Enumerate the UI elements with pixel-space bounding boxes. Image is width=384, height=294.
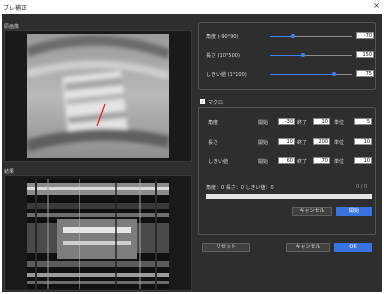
blur-correction-dialog: ブレ補正 × 原画像 結果 角度 (-90°90) -70 長さ (10°500…: [0, 0, 384, 294]
threshold-value-field[interactable]: 75: [356, 70, 374, 77]
macro-angle-end-label: 終了: [297, 120, 308, 126]
macro-threshold-end-field[interactable]: 70: [313, 157, 330, 164]
macro-length-unit-field[interactable]: 10: [354, 138, 372, 145]
macro-angle-start-label: 開始: [258, 120, 269, 126]
macro-start-button[interactable]: 開始: [336, 207, 372, 216]
macro-progress-counter: 0 / 0: [356, 184, 368, 190]
ok-button[interactable]: OK: [334, 243, 372, 252]
macro-threshold-start-label: 開始: [258, 159, 269, 165]
macro-angle-start-field[interactable]: -30: [278, 118, 295, 125]
macro-threshold-label: しきい値: [208, 159, 229, 165]
macro-threshold-unit-field[interactable]: 10: [354, 157, 372, 164]
window-title: ブレ補正: [3, 5, 28, 12]
macro-progress-bar: [206, 194, 372, 199]
cancel-button[interactable]: キャンセル: [286, 243, 330, 252]
reset-button[interactable]: リセット: [202, 243, 250, 252]
checkmark-icon: ✓: [200, 99, 205, 104]
macro-length-end-label: 終了: [297, 140, 308, 146]
macro-length-start-field[interactable]: 10: [278, 138, 295, 145]
threshold-slider-knob[interactable]: [331, 72, 336, 76]
macro-length-label: 長さ: [208, 140, 219, 146]
macro-threshold-end-label: 終了: [297, 159, 308, 165]
angle-slider-knob[interactable]: [290, 34, 295, 38]
macro-angle-label: 角度: [208, 120, 219, 126]
result-image: [27, 179, 169, 289]
macro-length-unit-label: 単位: [334, 140, 345, 146]
length-value-field[interactable]: 150: [356, 51, 374, 58]
result-image-panel: [4, 175, 192, 291]
macro-angle-end-field[interactable]: 10: [313, 118, 330, 125]
macro-checkbox[interactable]: ✓: [200, 99, 205, 104]
original-image-label: 原画像: [4, 24, 20, 30]
length-slider-label: 長さ (10°500): [206, 53, 240, 59]
threshold-slider[interactable]: [270, 72, 352, 76]
macro-cancel-button[interactable]: キャンセル: [292, 207, 332, 216]
macro-status-text: 角度：0 長さ：0 しきい値：0: [206, 185, 274, 191]
angle-slider-label: 角度 (-90°90): [206, 34, 239, 40]
macro-checkbox-label: マクロ: [208, 100, 224, 106]
macro-angle-unit-field[interactable]: 5: [354, 118, 372, 125]
macro-length-end-field[interactable]: 200: [313, 138, 330, 145]
dialog-client-area: 原画像 結果 角度 (-90°90) -70 長さ (10°500) 150 し…: [2, 14, 382, 292]
close-icon[interactable]: ×: [373, 2, 380, 10]
length-slider[interactable]: [270, 53, 352, 57]
angle-value-field[interactable]: -70: [356, 32, 374, 39]
length-slider-knob[interactable]: [300, 53, 305, 57]
result-image-label: 結果: [4, 169, 15, 175]
macro-threshold-start-field[interactable]: 60: [278, 157, 295, 164]
angle-slider[interactable]: [270, 34, 352, 38]
macro-threshold-unit-label: 単位: [334, 159, 345, 165]
title-bar: ブレ補正 ×: [0, 0, 384, 14]
threshold-slider-label: しきい値 (1°100): [206, 72, 247, 78]
original-image-panel: [4, 30, 192, 162]
macro-angle-unit-label: 単位: [334, 120, 345, 126]
original-image: [27, 34, 169, 158]
macro-length-start-label: 開始: [258, 140, 269, 146]
